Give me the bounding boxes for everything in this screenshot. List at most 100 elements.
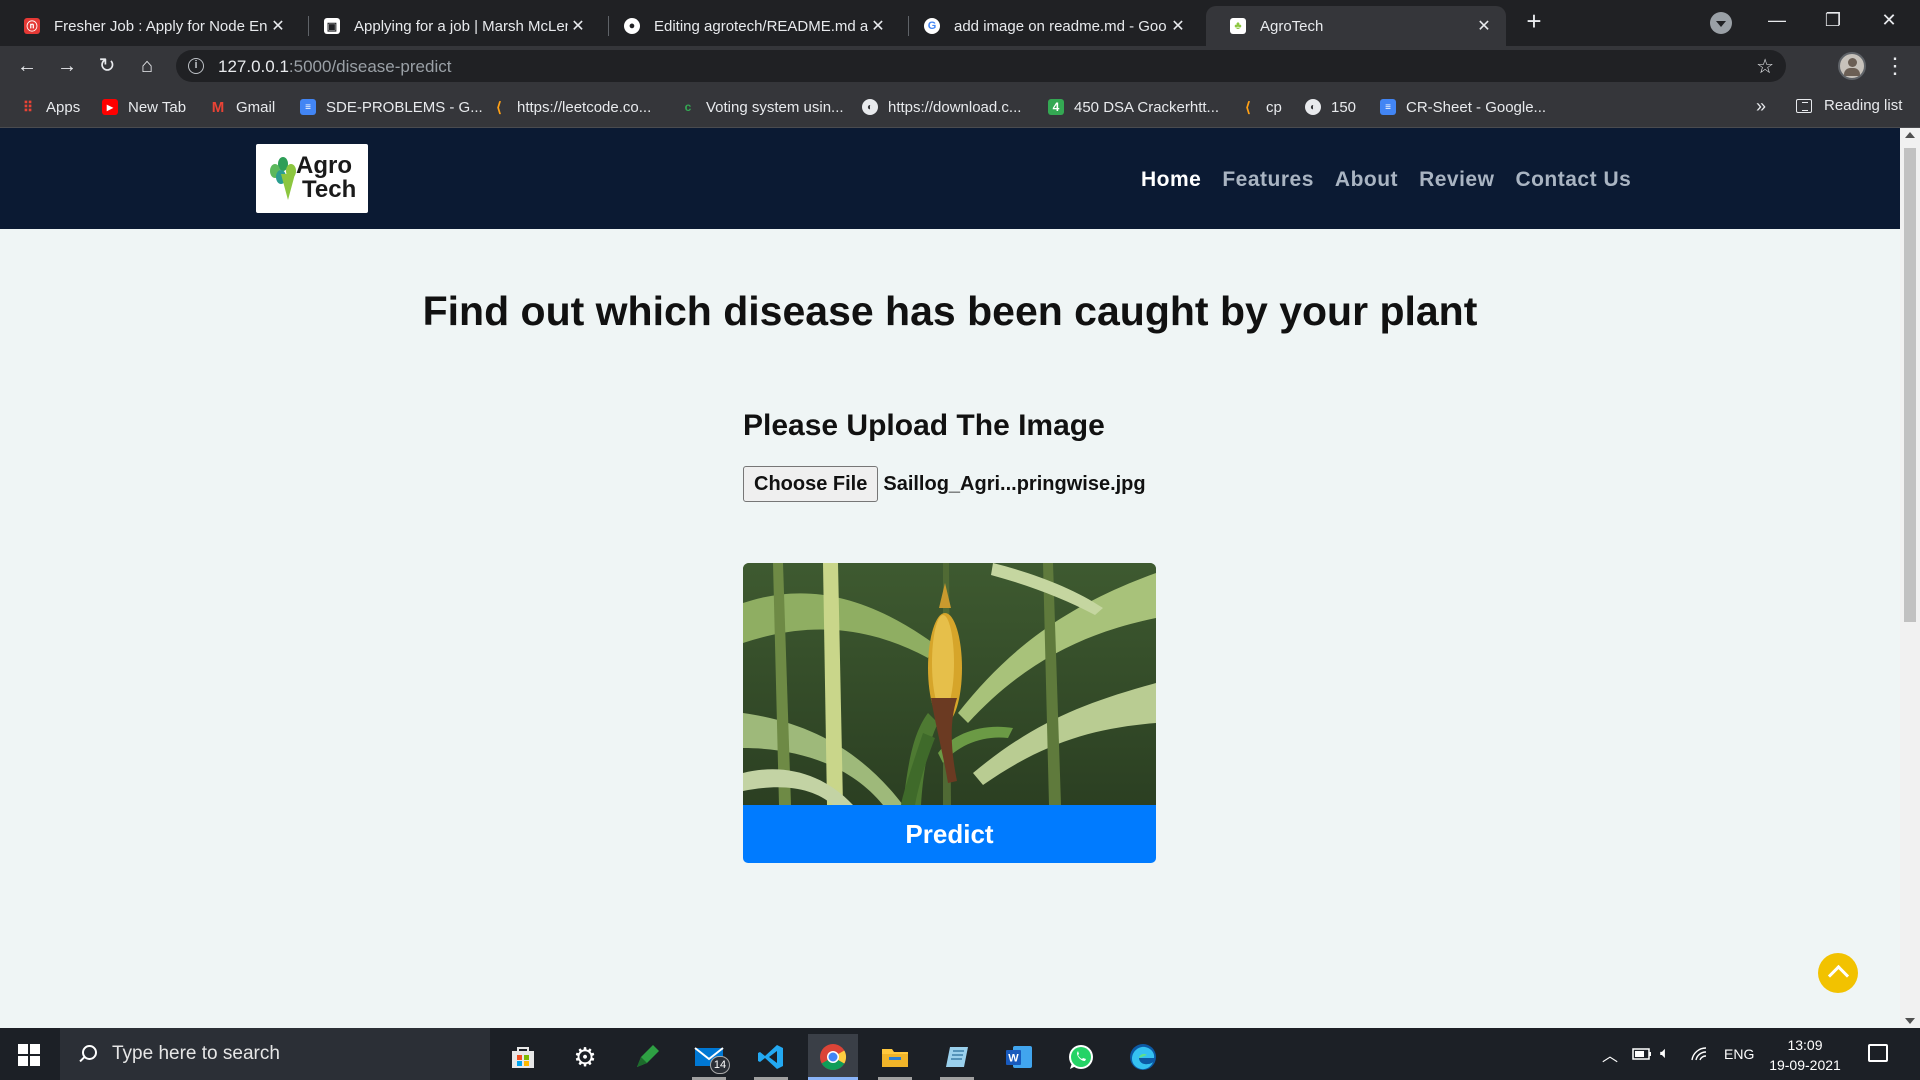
microsoft-store-icon[interactable] (498, 1034, 548, 1080)
notepad-icon[interactable] (932, 1034, 982, 1080)
new-tab-button[interactable]: + (1520, 8, 1548, 36)
tab-search-button[interactable] (1710, 12, 1732, 34)
mail-unread-badge: 14 (710, 1056, 730, 1074)
tab-title: AgroTech (1260, 17, 1324, 35)
forward-arrow-icon[interactable]: → (53, 52, 81, 80)
bookmark-450-dsa[interactable]: 4 450 DSA Crackerhtt... (1048, 97, 1219, 117)
scroll-up-arrow-icon[interactable] (1905, 132, 1915, 138)
bookmark-label: Apps (46, 98, 81, 116)
mail-icon[interactable]: 14 (684, 1034, 734, 1080)
site-navbar: Agro Tech Home Features About Review Con… (0, 128, 1900, 229)
site-info-icon[interactable]: i (188, 58, 204, 74)
reload-icon[interactable]: ↻ (93, 52, 121, 80)
youtube-icon: ▶ (102, 99, 118, 115)
bookmark-leetcode[interactable]: ⟨ https://leetcode.co... (491, 97, 651, 117)
scroll-down-arrow-icon[interactable] (1905, 1018, 1915, 1024)
windows-taskbar: Type here to search ⚙ 14 W ︿ 🔈︎ ENG 13:0… (0, 1028, 1920, 1080)
nav-contact-link[interactable]: Contact Us (1515, 168, 1631, 192)
bookmark-cp[interactable]: ⟨ cp (1240, 97, 1282, 117)
restore-button[interactable]: ❐ (1810, 4, 1856, 36)
agrotech-logo[interactable]: Agro Tech (256, 144, 368, 213)
uploaded-plant-image (743, 563, 1156, 805)
nav-home-link[interactable]: Home (1141, 168, 1201, 192)
bookmark-label: SDE-PROBLEMS - G... (326, 98, 483, 116)
reading-list-button[interactable]: Reading list (1796, 97, 1902, 114)
bookmark-label: cp (1266, 98, 1282, 116)
reading-list-label: Reading list (1824, 97, 1903, 114)
home-icon[interactable]: ⌂ (133, 52, 161, 80)
page-viewport: Agro Tech Home Features About Review Con… (0, 128, 1900, 1028)
browser-tab-strip: ⓝ Fresher Job : Apply for Node Eng ✕ ▣ A… (0, 0, 1920, 46)
tab-github-readme[interactable]: ● Editing agrotech/README.md at ✕ (600, 6, 900, 46)
browser-toolbar: ← → ↻ ⌂ i 127.0.0.1:5000/disease-predict… (0, 46, 1920, 86)
language-indicator[interactable]: ENG (1724, 1028, 1754, 1080)
file-upload-field[interactable]: Choose File Saillog_Agri...pringwise.jpg (743, 466, 1146, 502)
chrome-icon[interactable] (808, 1034, 858, 1080)
word-icon[interactable]: W (994, 1034, 1044, 1080)
close-window-button[interactable]: ✕ (1866, 4, 1912, 36)
close-tab-icon[interactable]: ✕ (268, 16, 288, 36)
more-bookmarks-chevron-icon[interactable]: » (1756, 96, 1766, 117)
close-tab-icon[interactable]: ✕ (568, 16, 588, 36)
wifi-icon[interactable] (1690, 1028, 1710, 1080)
pen-app-icon[interactable] (622, 1034, 672, 1080)
close-tab-icon[interactable]: ✕ (1474, 16, 1494, 36)
c-icon: c (684, 100, 692, 114)
scrollbar-thumb[interactable] (1904, 148, 1916, 622)
back-arrow-icon[interactable]: ← (13, 52, 41, 80)
predict-button[interactable]: Predict (743, 805, 1156, 863)
volume-icon[interactable]: 🔈︎ (1660, 1028, 1670, 1080)
edge-icon[interactable] (1118, 1034, 1168, 1080)
choose-file-button[interactable]: Choose File (743, 466, 879, 502)
nav-review-link[interactable]: Review (1419, 168, 1494, 192)
vscode-icon[interactable] (746, 1034, 796, 1080)
bookmark-apps[interactable]: ⠿ Apps (20, 97, 80, 117)
agrotech-favicon: ♣ (1230, 18, 1246, 34)
bookmark-label: CR-Sheet - Google... (1406, 98, 1547, 116)
scroll-to-top-chevron-up-icon[interactable] (1818, 953, 1858, 993)
page-scrollbar[interactable] (1900, 128, 1920, 1028)
tab-fresher-job[interactable]: ⓝ Fresher Job : Apply for Node Eng ✕ (0, 6, 300, 46)
docs-icon: ≡ (300, 99, 316, 115)
bookmark-sde-problems[interactable]: ≡ SDE-PROBLEMS - G... (300, 97, 483, 117)
naukri-icon: ⓝ (24, 18, 40, 34)
profile-avatar[interactable] (1838, 52, 1866, 80)
upload-heading: Please Upload The Image (743, 409, 1105, 442)
close-tab-icon[interactable]: ✕ (868, 16, 888, 36)
bookmark-cr-sheet[interactable]: ≡ CR-Sheet - Google... (1380, 97, 1546, 117)
tab-google-search[interactable]: G add image on readme.md - Goo ✕ (900, 6, 1200, 46)
system-clock[interactable]: 13:09 19-09-2021 (1760, 1035, 1850, 1075)
bookmark-150[interactable]: ◐ 150 (1305, 97, 1356, 117)
bookmarks-bar: ⠿ Apps ▶ New Tab M Gmail ≡ SDE-PROBLEMS … (0, 86, 1920, 128)
nav-about-link[interactable]: About (1335, 168, 1398, 192)
tab-agrotech[interactable]: ♣ AgroTech ✕ (1206, 6, 1506, 46)
file-explorer-icon[interactable] (870, 1034, 920, 1080)
bookmark-gmail[interactable]: M Gmail (210, 97, 275, 117)
address-bar[interactable]: i 127.0.0.1:5000/disease-predict ☆ (176, 50, 1786, 82)
url-text[interactable]: 127.0.0.1:5000/disease-predict (218, 57, 451, 77)
bookmark-new-tab[interactable]: ▶ New Tab (102, 97, 186, 117)
apps-grid-icon: ⠿ (22, 98, 34, 115)
globe-icon: ◐ (1305, 99, 1321, 115)
bookmark-label: https://leetcode.co... (517, 98, 652, 116)
browser-menu-icon[interactable]: ⋮ (1884, 52, 1906, 80)
whatsapp-icon[interactable] (1056, 1034, 1106, 1080)
nav-features-link[interactable]: Features (1222, 168, 1314, 192)
bookmark-voting-system[interactable]: c Voting system usin... (680, 97, 844, 117)
settings-gear-icon[interactable]: ⚙ (560, 1034, 610, 1080)
tab-marsh-mclennan[interactable]: ▣ Applying for a job | Marsh McLen ✕ (300, 6, 600, 46)
tab-title: Editing agrotech/README.md at (654, 17, 868, 35)
show-hidden-icons-chevron-icon[interactable]: ︿ (1602, 1028, 1618, 1080)
leetcode-icon: ⟨ (1245, 98, 1251, 115)
battery-icon[interactable] (1632, 1028, 1652, 1080)
taskbar-search-box[interactable]: Type here to search (60, 1028, 490, 1080)
close-tab-icon[interactable]: ✕ (1168, 16, 1188, 36)
notification-center-icon[interactable] (1868, 1044, 1888, 1062)
windows-start-icon[interactable] (18, 1044, 40, 1066)
url-path: :5000/disease-predict (288, 57, 452, 76)
minimize-button[interactable]: — (1754, 4, 1800, 36)
clock-date: 19-09-2021 (1769, 1057, 1841, 1073)
bookmark-star-icon[interactable]: ☆ (1756, 54, 1774, 79)
leetcode-icon: ⟨ (496, 98, 502, 115)
bookmark-download[interactable]: ◐ https://download.c... (862, 97, 1021, 117)
